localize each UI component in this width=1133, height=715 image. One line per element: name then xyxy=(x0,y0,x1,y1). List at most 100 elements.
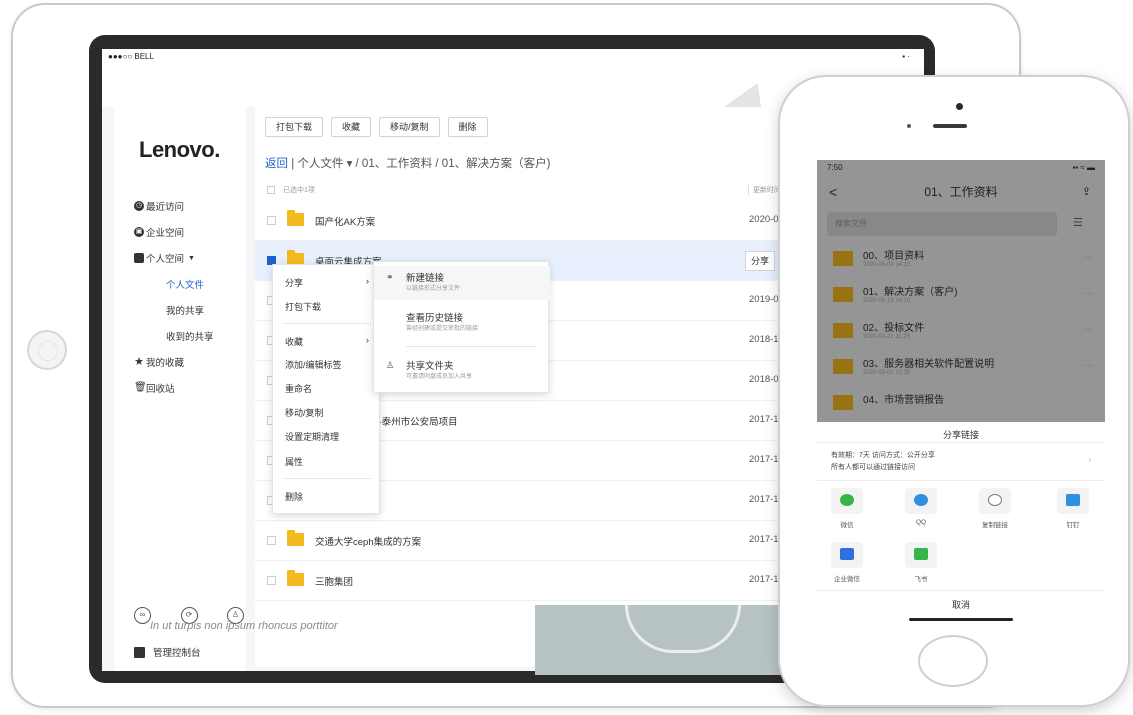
menu-item-cleanup[interactable]: 设置定期清理 xyxy=(285,430,339,443)
menu-item-properties[interactable]: 属性 xyxy=(285,455,303,468)
background-cloud-image xyxy=(535,605,795,675)
file-date: 2017-1 xyxy=(749,494,779,505)
file-date: 2018-0 xyxy=(749,374,779,385)
user-share-icon: ♙ xyxy=(386,360,395,370)
sheet-divider xyxy=(817,590,1105,591)
background-caption: In ut turpis non ipsum rhoncus porttitor xyxy=(150,620,338,632)
sensor-dot xyxy=(907,124,911,128)
file-date: 2017-1 xyxy=(749,534,779,545)
folder-icon xyxy=(287,570,304,586)
share-copy-link[interactable]: 复制链接 xyxy=(975,488,1015,529)
submenu-shared-folder[interactable]: ♙ 共享文件夹 可邀请同盘成员加入共享 xyxy=(374,354,550,388)
file-name[interactable]: 国产化AK方案 xyxy=(315,214,375,228)
wework-icon xyxy=(840,548,854,560)
sheet-divider xyxy=(817,442,1105,443)
move-copy-button[interactable]: 移动/复制 xyxy=(379,117,440,137)
phone-home-button xyxy=(918,635,988,687)
breadcrumb: 返回 | 个人文件 ▾ / 01、工作资料 / 01、解决方案（客户) xyxy=(265,155,550,171)
menu-item-pack-download[interactable]: 打包下载 xyxy=(285,300,321,313)
folder-icon xyxy=(287,530,304,546)
folder-person-icon xyxy=(134,253,144,263)
back-link[interactable]: 返回 xyxy=(265,158,288,170)
favorite-button[interactable]: 收藏 xyxy=(331,117,372,137)
trash-icon: 🗑 xyxy=(134,382,147,393)
phone-screen: 7:50 ▪▪ ≈ ▬ < 01、工作资料 ⇪ 搜索文件 ☰ 00、项目资料 2… xyxy=(817,160,1105,625)
submenu-link-history[interactable]: 查看历史链接 曾经创建或提交审批的链接 xyxy=(374,306,550,340)
sidebar-item-personal-files[interactable]: 个人文件 xyxy=(114,273,246,295)
file-date: 2020-0 xyxy=(749,214,779,225)
copy-link-icon xyxy=(988,494,1002,506)
file-name[interactable]: 交通大学ceph集成的方案 xyxy=(315,534,421,548)
share-app-qq[interactable]: QQ xyxy=(901,488,941,526)
delete-button[interactable]: 删除 xyxy=(447,117,488,137)
speaker-grille xyxy=(933,124,967,128)
file-date: 2017-1 xyxy=(749,454,779,465)
file-date: 2017-1 xyxy=(749,574,779,585)
file-name[interactable]: 三胞集团 xyxy=(315,574,353,588)
modal-overlay[interactable] xyxy=(817,160,1105,422)
sheet-divider xyxy=(817,480,1105,481)
select-all-checkbox[interactable] xyxy=(267,186,275,194)
menu-divider xyxy=(283,323,371,324)
sidebar: Lenovo. ◷ 最近访问 ▣ 企业空间 个人空间 ▼ 个人文件 我的共享 收… xyxy=(114,107,246,671)
share-app-wechat[interactable]: 微信 xyxy=(827,488,867,529)
share-sheet: 分享链接 有效期：7天 访问方式：公开分享 所有人都可以通过链接访问 › 微信 … xyxy=(817,422,1105,625)
menu-item-rename[interactable]: 重命名 xyxy=(285,382,312,395)
clock-icon: ◷ xyxy=(134,201,144,211)
qq-icon xyxy=(914,494,928,506)
menu-item-delete[interactable]: 删除 xyxy=(285,490,303,503)
file-date: 2017-1 xyxy=(749,414,779,425)
building-icon: ▣ xyxy=(134,227,144,237)
menu-item-share[interactable]: 分享 xyxy=(285,276,303,289)
star-icon: ★ xyxy=(134,356,144,368)
cancel-button[interactable]: 取消 xyxy=(817,598,1105,611)
menu-divider xyxy=(283,478,371,479)
battery-indicator: ▪ · xyxy=(902,52,910,61)
row-checkbox[interactable] xyxy=(267,216,276,225)
sidebar-item-personal-space[interactable]: 个人空间 ▼ xyxy=(114,247,246,269)
dashboard-icon xyxy=(134,646,145,658)
tablet-home-button xyxy=(27,330,67,370)
breadcrumb-path[interactable]: | 个人文件 ▾ / 01、工作资料 / 01、解决方案（客户) xyxy=(288,158,550,170)
sheet-title: 分享链接 xyxy=(942,430,979,440)
context-menu: 分享 › 打包下载 收藏 › 添加/编辑标签 重命名 移动/复制 设置定期清理 … xyxy=(272,264,380,514)
camera-icon xyxy=(956,103,963,110)
pack-download-button[interactable]: 打包下载 xyxy=(265,117,324,137)
share-submenu: ⚭ 新建链接 以链接形式分享文件 查看历史链接 曾经创建或提交审批的链接 ♙ 共… xyxy=(373,261,550,393)
link-settings-text[interactable]: 有效期：7天 访问方式：公开分享 xyxy=(831,450,935,460)
share-button[interactable]: 分享 xyxy=(745,251,776,271)
file-date: 2019-0 xyxy=(749,294,779,305)
sidebar-item-recent[interactable]: ◷ 最近访问 xyxy=(114,195,246,217)
sidebar-nav: ◷ 最近访问 ▣ 企业空间 个人空间 ▼ 个人文件 我的共享 收到的共享 ★ 我… xyxy=(114,195,246,399)
lenovo-logo[interactable]: Lenovo. xyxy=(139,137,220,163)
sidebar-item-favorites[interactable]: ★ 我的收藏 xyxy=(114,351,246,373)
share-app-dingtalk[interactable]: 钉钉 xyxy=(1053,488,1093,529)
link-icon: ⚭ xyxy=(386,272,394,282)
sidebar-item-my-shares[interactable]: 我的共享 xyxy=(114,299,246,321)
column-updated-time[interactable]: 更新时间 xyxy=(748,185,781,195)
feishu-icon xyxy=(914,548,928,560)
chevron-right-icon[interactable]: › xyxy=(1088,455,1091,464)
row-checkbox[interactable] xyxy=(267,536,276,545)
row-checkbox[interactable] xyxy=(267,576,276,585)
submenu-new-link[interactable]: ⚭ 新建链接 以链接形式分享文件 xyxy=(374,266,550,300)
admin-console-link[interactable]: 管理控制台 xyxy=(134,645,201,659)
link-access-text: 所有人都可以通过链接访问 xyxy=(831,464,915,471)
share-app-feishu[interactable]: 飞书 xyxy=(901,542,941,583)
wechat-icon xyxy=(840,494,854,506)
status-bar: ●●●○○ BELL ▪ · xyxy=(102,49,924,67)
sidebar-item-received-shares[interactable]: 收到的共享 xyxy=(114,325,246,347)
link-icon[interactable]: ∞ xyxy=(134,607,151,624)
chevron-down-icon: ▼ xyxy=(188,254,195,262)
menu-item-tags[interactable]: 添加/编辑标签 xyxy=(285,358,342,371)
folder-icon xyxy=(287,210,304,226)
menu-item-move-copy[interactable]: 移动/复制 xyxy=(285,406,324,419)
carrier-label: ●●●○○ BELL xyxy=(108,52,154,61)
menu-item-favorite[interactable]: 收藏 xyxy=(285,335,303,348)
share-app-wework[interactable]: 企业微信 xyxy=(827,542,867,583)
file-date: 2018-1 xyxy=(749,334,779,345)
chevron-right-icon: › xyxy=(366,276,369,286)
sidebar-item-enterprise[interactable]: ▣ 企业空间 xyxy=(114,221,246,243)
sidebar-item-recycle-bin[interactable]: 🗑 回收站 xyxy=(114,377,246,399)
menu-divider xyxy=(406,346,536,347)
